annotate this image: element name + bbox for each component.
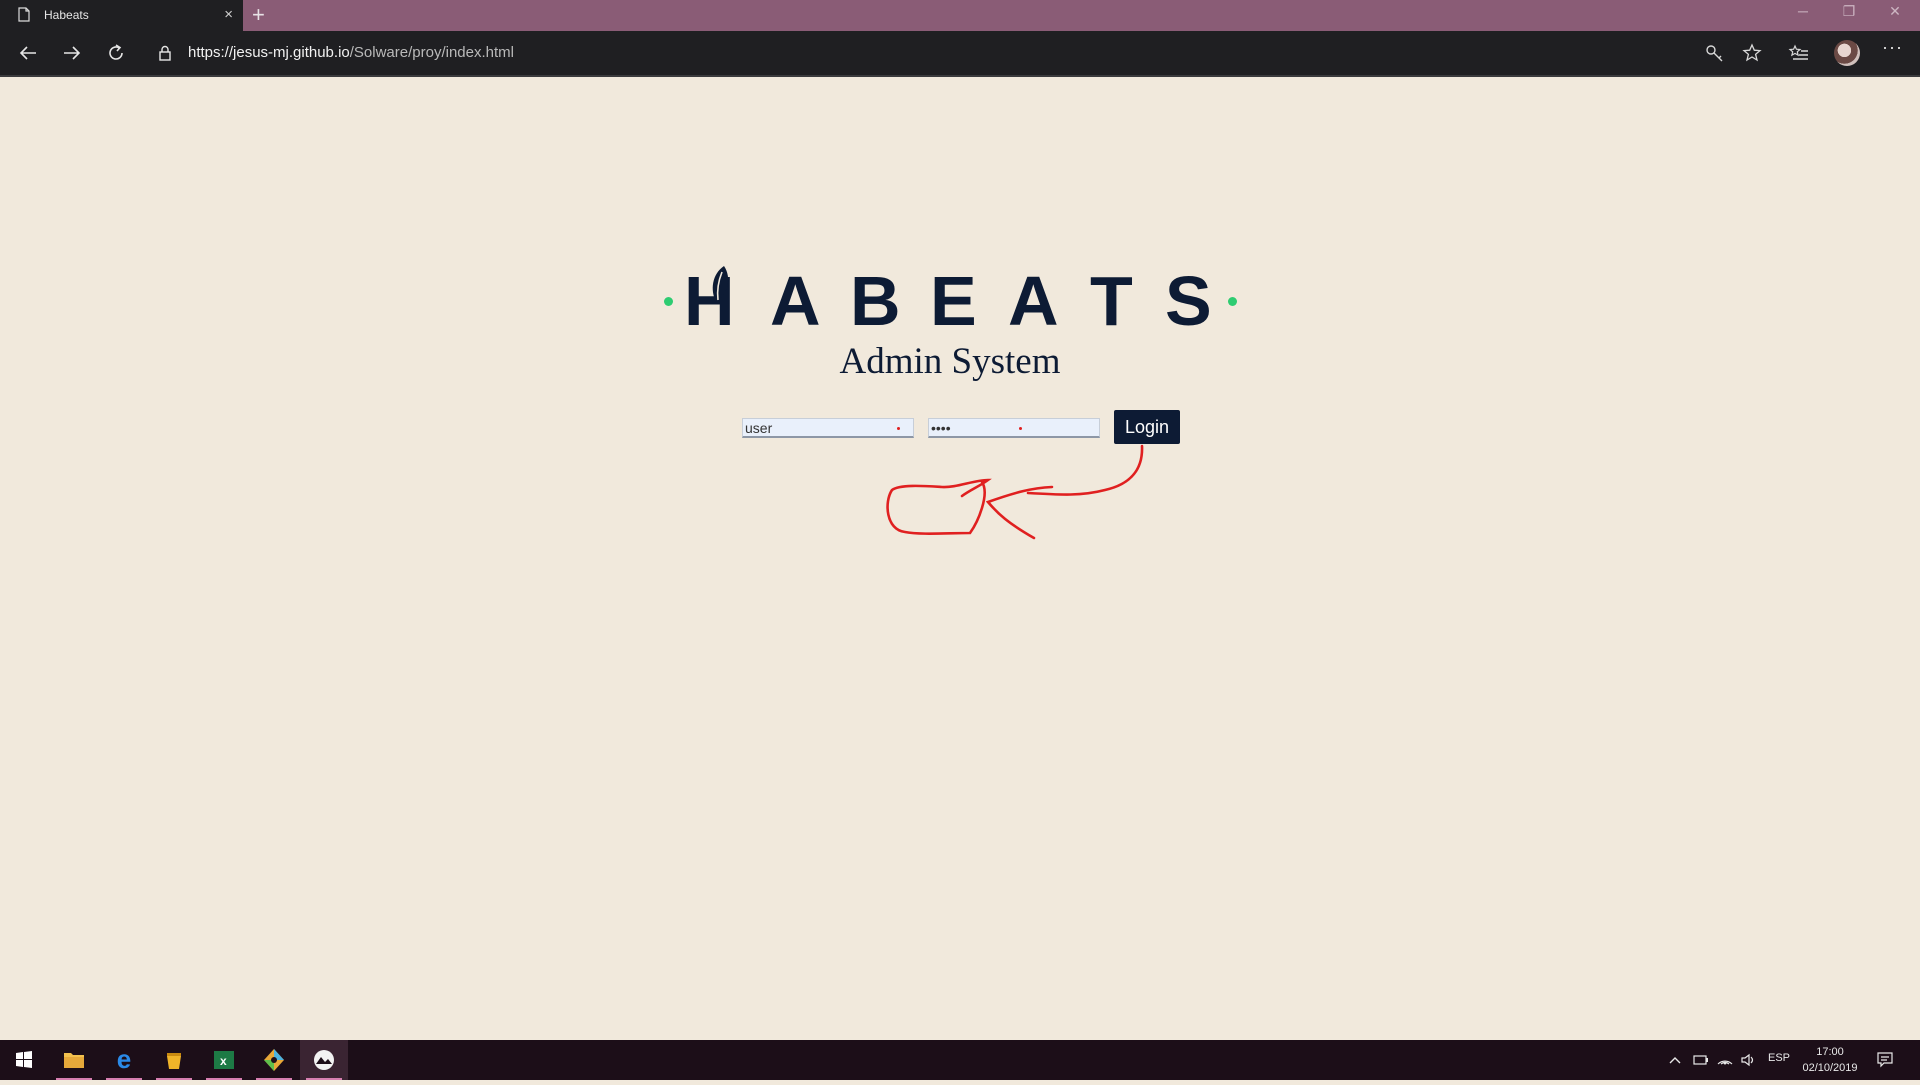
logo-letter-a1: A [770, 262, 821, 340]
favorites-list-icon[interactable] [1787, 41, 1811, 65]
new-tab-button[interactable]: + [252, 3, 265, 27]
favorite-star-icon[interactable] [1740, 41, 1764, 65]
logo-right-dot [1228, 297, 1237, 306]
tab-close-icon[interactable]: × [224, 7, 233, 22]
clock-time: 17:00 [1816, 1046, 1844, 1058]
leaf-icon [712, 266, 729, 302]
clock-date: 02/10/2019 [1802, 1062, 1858, 1074]
browser-titlebar: Habeats × + ─ ❐ ✕ [0, 0, 1920, 31]
git-tool-icon[interactable] [250, 1040, 298, 1080]
minimize-button[interactable]: ─ [1780, 0, 1826, 24]
logo-letter-h: H [684, 262, 735, 340]
red-arrow-annotation [886, 444, 1144, 540]
address-bar[interactable]: https://jesus-mj.github.io/Solware/proy/… [144, 37, 1744, 69]
sticky-app-icon[interactable] [150, 1040, 198, 1080]
username-input[interactable] [742, 418, 914, 438]
profile-avatar[interactable] [1834, 40, 1860, 66]
svg-text:x: x [220, 1054, 227, 1068]
key-icon[interactable] [1703, 41, 1727, 65]
edge-browser-icon[interactable]: e [100, 1040, 148, 1080]
taskbar: e x ESP 17:00 02/10/2019 [0, 1040, 1920, 1080]
logo-letter-b: B [850, 262, 901, 340]
toolbar-divider [0, 75, 1920, 77]
page-icon [18, 7, 30, 22]
browser-toolbar: https://jesus-mj.github.io/Solware/proy/… [0, 31, 1920, 75]
logo-letter-t: T [1090, 262, 1133, 340]
subtitle: Admin System [839, 341, 1061, 382]
lock-icon [159, 45, 171, 61]
logo-letter-e: E [930, 262, 977, 340]
logo-left-dot [664, 297, 673, 306]
windows-start-icon[interactable] [0, 1040, 48, 1080]
more-icon[interactable]: ··· [1882, 37, 1906, 61]
login-button[interactable]: Login [1114, 410, 1180, 444]
excel-icon[interactable]: x [200, 1040, 248, 1080]
logo-letter-a2: A [1008, 262, 1059, 340]
notification-center-icon[interactable] [1876, 1050, 1894, 1068]
refresh-icon[interactable] [104, 41, 128, 65]
file-explorer-icon[interactable] [50, 1040, 98, 1080]
password-input[interactable] [928, 418, 1100, 438]
tray-chevron-up-icon[interactable] [1668, 1053, 1682, 1067]
battery-icon[interactable] [1692, 1052, 1710, 1068]
svg-text:e: e [117, 1044, 131, 1074]
volume-icon[interactable] [1740, 1052, 1758, 1068]
logo-letter-s: S [1165, 262, 1212, 340]
browser-tab[interactable]: Habeats × [0, 0, 243, 31]
language-indicator[interactable]: ESP [1768, 1052, 1790, 1064]
url-text[interactable]: https://jesus-mj.github.io/Solware/proy/… [188, 44, 514, 61]
wifi-icon[interactable] [1716, 1052, 1734, 1068]
tab-title: Habeats [44, 8, 89, 22]
close-window-button[interactable]: ✕ [1872, 0, 1918, 24]
url-host: https://jesus-mj.github.io [188, 44, 350, 61]
restore-button[interactable]: ❐ [1826, 0, 1872, 24]
url-path: /Solware/proy/index.html [349, 44, 514, 61]
clock[interactable]: 17:00 02/10/2019 [1790, 1044, 1870, 1076]
forward-icon[interactable] [60, 41, 84, 65]
photo-app-icon[interactable] [300, 1040, 348, 1080]
habeats-logo: H A B E A T S [660, 262, 1240, 342]
back-icon[interactable] [16, 41, 40, 65]
password-required-dot [1019, 427, 1022, 430]
username-required-dot [897, 427, 900, 430]
